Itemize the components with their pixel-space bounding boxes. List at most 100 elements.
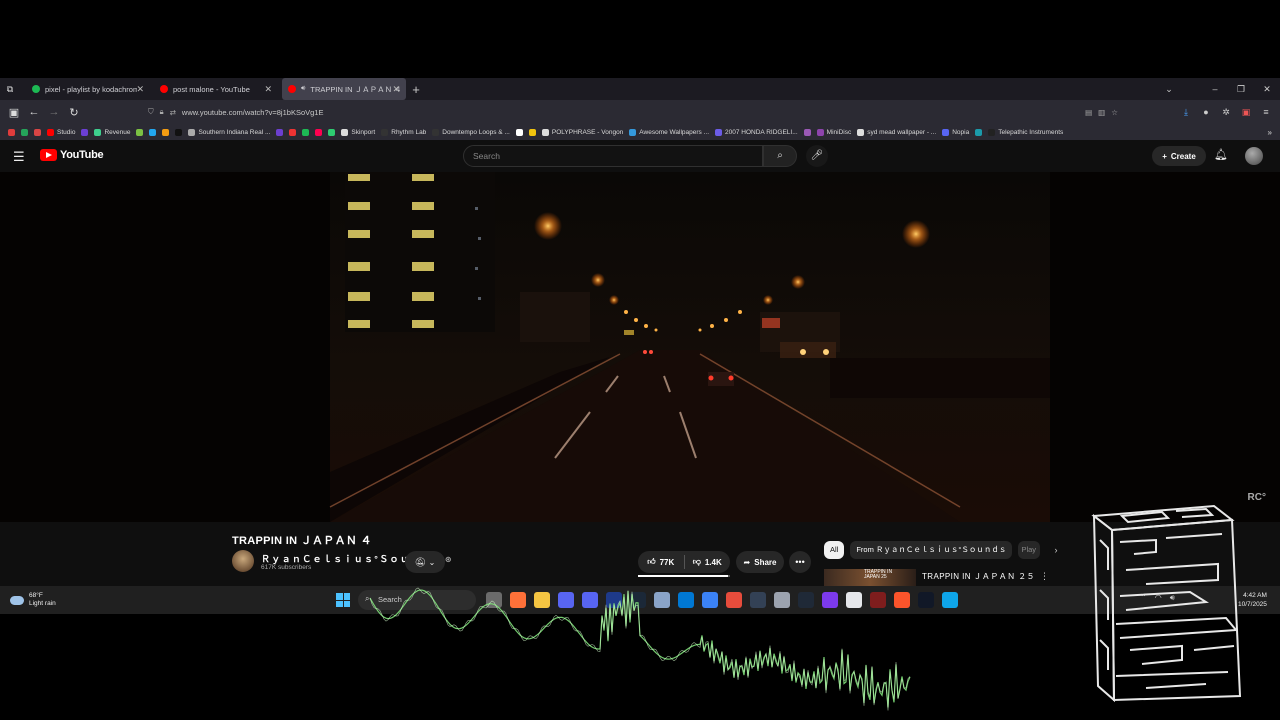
hamburger-menu-icon[interactable]: ☰	[13, 149, 25, 165]
taskbar-app-icon[interactable]	[630, 592, 646, 608]
bookmark-item[interactable]	[975, 128, 983, 136]
bookmark-item[interactable]: Telepathic Instruments	[988, 128, 1063, 136]
bookmark-item[interactable]	[276, 128, 284, 136]
create-button[interactable]: + Create	[1152, 146, 1206, 166]
bookmark-item[interactable]	[162, 128, 170, 136]
chips-next-icon[interactable]: ›	[1054, 545, 1057, 555]
taskbar-app-icon[interactable]	[774, 592, 790, 608]
bookmark-item[interactable]: Awesome Wallpapers ...	[629, 128, 709, 136]
browser-tab[interactable]: post malone - YouTube ✕	[154, 78, 278, 100]
taskbar-app-icon[interactable]	[894, 592, 910, 608]
bookmark-item[interactable]	[21, 128, 28, 136]
bookmark-item[interactable]: Nopia	[942, 128, 969, 136]
bookmark-item[interactable]: Southern Indiana Real ...	[188, 128, 270, 136]
taskbar-app-icon[interactable]	[702, 592, 718, 608]
bookmark-item[interactable]	[315, 128, 323, 136]
bookmark-item[interactable]: Revenue	[94, 128, 130, 136]
taskbar-app-icon[interactable]	[654, 592, 670, 608]
recommended-video-thumbnail[interactable]: TRAPPIN IN JAPAN 25	[824, 569, 916, 586]
taskbar-clock[interactable]: 4:42 AM 10/7/2025	[1238, 591, 1267, 609]
taskbar-app-icon[interactable]	[510, 592, 526, 608]
permissions-icon[interactable]: ⇄	[170, 108, 176, 117]
search-button[interactable]: ⌕	[763, 145, 797, 167]
taskbar-search-input[interactable]: ⌕ Search	[358, 590, 476, 610]
bookmark-item[interactable]: POLYPHRASE - Vongon	[541, 128, 623, 136]
minimize-button[interactable]: –	[1202, 78, 1228, 100]
subscription-bell-button[interactable]: 🔕︎ ⌄	[405, 551, 445, 573]
search-input[interactable]: Search	[463, 145, 763, 167]
taskbar-app-icon[interactable]	[606, 592, 622, 608]
bookmark-item[interactable]: Rhythm Lab	[381, 128, 426, 136]
taskbar-app-icon[interactable]	[558, 592, 574, 608]
start-button[interactable]	[336, 593, 350, 607]
dislike-button[interactable]: 👎︎ 1.4K	[685, 557, 731, 567]
filter-chip[interactable]: All	[824, 541, 845, 559]
bookmark-item[interactable]	[8, 128, 15, 136]
taskbar-app-icon[interactable]	[918, 592, 934, 608]
reader-view-icon[interactable]: ▤	[1085, 108, 1092, 117]
taskbar-app-icon[interactable]	[486, 592, 502, 608]
menu-icon[interactable]: ≡	[1256, 107, 1276, 117]
more-actions-button[interactable]: •••	[789, 551, 811, 573]
account-avatar[interactable]	[1245, 147, 1263, 165]
close-window-button[interactable]: ✕	[1254, 78, 1280, 100]
bookmark-item[interactable]	[81, 128, 89, 136]
channel-avatar[interactable]	[232, 550, 254, 572]
taskbar-app-icon[interactable]	[942, 592, 958, 608]
bookmark-item[interactable]	[803, 128, 811, 136]
taskbar-app-icon[interactable]	[846, 592, 862, 608]
taskbar-app-icon[interactable]	[726, 592, 742, 608]
bookmark-item[interactable]	[289, 128, 297, 136]
url-text[interactable]: www.youtube.com/watch?v=8j1bKSoVg1E	[182, 108, 324, 117]
back-button[interactable]: ←	[24, 106, 44, 118]
bookmark-item[interactable]: Studio	[47, 128, 75, 136]
bookmark-item[interactable]: Downtempo Loops & ...	[432, 128, 510, 136]
reload-button[interactable]: ↻	[64, 106, 84, 119]
download-icon[interactable]: ⤓	[1176, 107, 1196, 118]
tab-close-icon[interactable]: ✕	[136, 84, 144, 95]
bookmark-star-icon[interactable]: ☆	[1111, 108, 1118, 117]
taskbar-app-icon[interactable]	[534, 592, 550, 608]
sidebar-toggle-icon[interactable]: ▣	[4, 106, 24, 119]
browser-tab[interactable]: pixel - playlist by kodachrome ✕	[26, 78, 150, 100]
weather-widget[interactable]: 68°F Light rain	[10, 592, 56, 608]
bookmark-item[interactable]	[528, 128, 536, 136]
taskbar-app-icon[interactable]	[582, 592, 598, 608]
taskbar-app-icon[interactable]	[870, 592, 886, 608]
browser-tab[interactable]: 🔊︎ TRAPPIN IN ＪＡＰＡＮ ４ ✕	[282, 78, 406, 100]
bookmark-item[interactable]	[328, 128, 336, 136]
bookmark-item[interactable]: MiniDisc	[816, 128, 851, 136]
bookmark-item[interactable]	[515, 128, 523, 136]
tab-close-icon[interactable]: ✕	[264, 84, 272, 95]
like-button[interactable]: 👍︎ 77K	[638, 557, 684, 567]
forward-button[interactable]: →	[44, 106, 64, 118]
bookmarks-overflow-icon[interactable]: »	[1268, 128, 1272, 137]
taskbar-app-icon[interactable]	[750, 592, 766, 608]
bookmark-item[interactable]: syd mead wallpaper - ...	[857, 128, 936, 136]
lock-icon[interactable]: 🔒︎	[160, 107, 164, 117]
shield-icon[interactable]: ⛉	[148, 107, 154, 117]
tab-list-dropdown-icon[interactable]: ⌄	[1156, 78, 1182, 100]
taskbar-app-icon[interactable]	[798, 592, 814, 608]
recommended-more-icon[interactable]: ⋮	[1040, 571, 1049, 582]
filter-chip[interactable]: From ＲｙａｎＣｅｌｓｉｕｓ°Ｓｏｕｎｄｓ	[850, 541, 1013, 559]
account-icon[interactable]: ●	[1196, 107, 1216, 117]
video-player[interactable]: RC°	[0, 172, 1280, 522]
bookmark-item[interactable]	[302, 128, 310, 136]
extension-badge-icon[interactable]: ▣	[1236, 107, 1256, 118]
page-action-icon[interactable]: ▥	[1098, 108, 1105, 117]
restore-button[interactable]: ❐	[1228, 78, 1254, 100]
bookmark-item[interactable]: 2007 HONDA RIDGELI...	[715, 128, 798, 136]
bookmark-item[interactable]: Skinport	[341, 128, 375, 136]
tab-close-icon[interactable]: ✕	[392, 84, 400, 95]
share-button[interactable]: ➦ Share	[736, 551, 784, 573]
recommended-video-title[interactable]: TRAPPIN IN ＪＡＰＡＮ ２５	[922, 571, 1035, 582]
filter-chip[interactable]: Play	[1018, 541, 1041, 559]
youtube-logo[interactable]: YouTube	[40, 149, 104, 161]
tab-overview-icon[interactable]: ⧉	[0, 84, 20, 95]
taskbar-app-icon[interactable]	[678, 592, 694, 608]
notifications-bell-icon[interactable]: 🔔︎	[1214, 148, 1228, 161]
wifi-icon[interactable]: ◠	[1155, 593, 1162, 603]
new-tab-button[interactable]: +	[406, 82, 426, 97]
extensions-icon[interactable]: ✲	[1216, 107, 1236, 118]
